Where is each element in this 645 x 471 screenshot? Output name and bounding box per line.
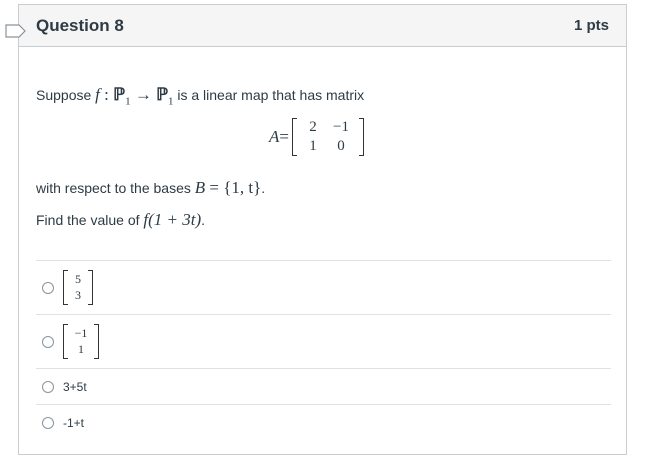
find-end: . <box>201 212 206 228</box>
question-points: 1 pts <box>573 17 609 34</box>
answer-option-1[interactable]: 5 3 <box>36 260 611 314</box>
answer-vector: 5 3 <box>63 270 93 305</box>
stem-suffix: is a linear map that has matrix <box>177 87 365 103</box>
matrix-cell: 2 <box>309 119 317 135</box>
question-header: Question 8 1 pts <box>19 5 626 47</box>
answer-list: 5 3 −1 1 3+5t -1+t <box>36 260 611 440</box>
matrix-cell: 0 <box>337 138 345 154</box>
matrix-cell: −1 <box>333 119 349 135</box>
answer-option-3[interactable]: 3+5t <box>36 368 611 404</box>
matrix-cell: 1 <box>309 138 317 154</box>
answer-option-2[interactable]: −1 1 <box>36 314 611 368</box>
answer-vector: −1 1 <box>63 324 99 359</box>
bases-end: . <box>261 180 266 196</box>
answer-label: 3+5t <box>63 379 87 394</box>
bases-prefix: with respect to the bases <box>36 180 191 196</box>
stem-prefix: Suppose <box>36 87 92 103</box>
basis-expression: B = {1, t} <box>194 178 262 197</box>
find-prefix: Find the value of <box>36 212 140 228</box>
vector-entry: 5 <box>75 272 81 286</box>
matrix-equals: = <box>279 127 289 146</box>
vector-entry: 3 <box>75 288 81 302</box>
answer-label: -1+t <box>63 415 85 430</box>
vector-entry: −1 <box>74 326 88 340</box>
matrix-display: A = 2 −1 1 0 <box>269 118 364 156</box>
question-stem: Suppose f : ℙ1 → ℙ1 is a linear map that… <box>36 85 364 111</box>
bases-statement: with respect to the bases B = {1, t}. <box>36 178 265 198</box>
find-expression: f(1 + 3t) <box>143 210 202 229</box>
radio-button[interactable] <box>42 380 54 393</box>
matrix-label: A <box>269 127 280 146</box>
answer-option-4[interactable]: -1+t <box>36 404 611 440</box>
matrix-entries: 2 −1 1 0 <box>297 118 359 156</box>
question-card: Question 8 1 pts Suppose f : ℙ1 → ℙ1 is … <box>5 4 627 455</box>
map-expression: f : ℙ1 → ℙ1 <box>95 85 174 108</box>
vector-entry: 1 <box>78 342 84 356</box>
radio-button[interactable] <box>42 281 54 294</box>
question-title: Question 8 <box>36 15 124 35</box>
find-statement: Find the value of f(1 + 3t). <box>36 210 205 230</box>
question-bookmark-icon[interactable] <box>5 24 27 38</box>
radio-button[interactable] <box>42 335 54 348</box>
radio-button[interactable] <box>42 416 54 429</box>
